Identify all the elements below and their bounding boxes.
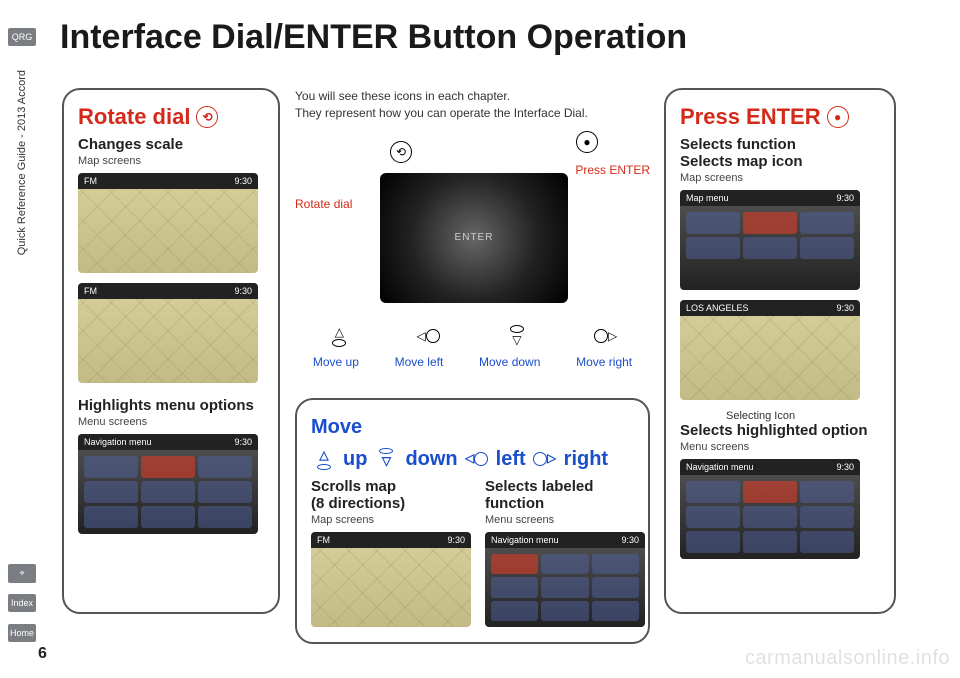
rotate-icon: [390, 141, 412, 163]
move-up-word: up: [343, 446, 367, 472]
move-heading: Move: [311, 414, 634, 440]
status-time: 9:30: [621, 535, 639, 545]
dial-figure: Rotate dial Press ENTER ENTER △ ◁ ▽ ▷ Mo…: [295, 133, 650, 373]
scroll-map-screenshot: FM 9:30: [311, 532, 471, 627]
enter-icon: [827, 106, 849, 128]
press-enter-title: Press ENTER: [680, 104, 821, 130]
tab-home[interactable]: Home: [8, 624, 36, 642]
move-down-word: down: [405, 446, 457, 472]
label-navmenu: Navigation menu: [491, 535, 559, 545]
label-mapmenu: Map menu: [686, 193, 729, 203]
right-icon: ▷: [532, 448, 558, 470]
move-title: Move: [311, 414, 362, 440]
up-icon: △: [311, 448, 337, 470]
label-rotate-dial: Rotate dial: [295, 197, 352, 211]
rotate-cap1: Map screens: [78, 155, 264, 167]
label-move-up: Move up: [313, 355, 359, 369]
move-col2-cap: Menu screens: [485, 514, 645, 526]
press-enter-panel: Press ENTER Selects function Selects map…: [664, 88, 896, 614]
intro-line1: You will see these icons in each chapter…: [295, 88, 650, 105]
move-col1-cap: Map screens: [311, 514, 471, 526]
label-press-enter: Press ENTER: [575, 163, 650, 177]
move-col2-sub2: function: [485, 495, 645, 512]
selecting-icon-label: Selecting Icon: [726, 410, 795, 422]
down-icon: ▽: [373, 448, 399, 470]
enter-cap1: Map screens: [680, 172, 880, 184]
tab-qrg[interactable]: QRG: [8, 28, 36, 46]
status-time: 9:30: [234, 286, 252, 296]
menu-screenshot-2: Navigation menu 9:30: [680, 459, 860, 559]
move-col1-sub2: (8 directions): [311, 495, 471, 512]
label-navmenu: Navigation menu: [686, 462, 754, 472]
rotate-dial-heading: Rotate dial: [78, 104, 264, 130]
move-right-icon: ▷: [593, 325, 619, 347]
intro-text: You will see these icons in each chapter…: [295, 88, 650, 123]
menu-screenshot-1: Navigation menu 9:30: [78, 434, 258, 534]
label-move-left: Move left: [395, 355, 444, 369]
tab-index[interactable]: Index: [8, 594, 36, 612]
dial-enter-text: ENTER: [455, 232, 494, 243]
move-left-icon: ◁: [415, 325, 441, 347]
enter-sub2: Selects highlighted option: [680, 422, 880, 439]
left-icon: ◁: [464, 448, 490, 470]
press-enter-heading: Press ENTER: [680, 104, 880, 130]
watermark: carmanualsonline.info: [745, 647, 950, 670]
rotate-sub1: Changes scale: [78, 136, 264, 153]
tab-nav-icon[interactable]: ⌖: [8, 564, 36, 583]
page-number: 6: [38, 645, 47, 663]
la-map-screenshot: LOS ANGELES 9:30: [680, 300, 860, 400]
dial-photo: ENTER: [380, 173, 568, 303]
status-time: 9:30: [836, 462, 854, 472]
rotate-cap2: Menu screens: [78, 416, 264, 428]
label-move-right: Move right: [576, 355, 632, 369]
label-navmenu: Navigation menu: [84, 437, 152, 447]
status-time: 9:30: [836, 303, 854, 313]
label-move-down: Move down: [479, 355, 540, 369]
status-fm: FM: [317, 535, 330, 545]
map-menu-screenshot: Map menu 9:30: [680, 190, 860, 290]
status-time: 9:30: [234, 176, 252, 186]
move-left-word: left: [496, 446, 526, 472]
move-panel: Move △ up ▽ down ◁ left ▷ right Scrolls …: [295, 398, 650, 644]
rotate-icon: [196, 106, 218, 128]
map-screenshot-1: FM 9:30: [78, 173, 258, 273]
enter-sub1b: Selects map icon: [680, 153, 880, 170]
status-time: 9:30: [447, 535, 465, 545]
label-la: LOS ANGELES: [686, 303, 749, 313]
move-right-word: right: [564, 446, 608, 472]
move-col1-sub: Scrolls map: [311, 478, 471, 495]
rotate-dial-panel: Rotate dial Changes scale Map screens FM…: [62, 88, 280, 614]
status-time: 9:30: [234, 437, 252, 447]
status-time: 9:30: [836, 193, 854, 203]
status-fm: FM: [84, 286, 97, 296]
move-down-icon: ▽: [504, 325, 530, 347]
select-func-screenshot: Navigation menu 9:30: [485, 532, 645, 627]
map-screenshot-2: FM 9:30: [78, 283, 258, 383]
move-col2-sub: Selects labeled: [485, 478, 645, 495]
enter-cap2: Menu screens: [680, 441, 880, 453]
move-up-icon: △: [326, 325, 352, 347]
side-guide-label: Quick Reference Guide - 2013 Accord: [16, 70, 28, 255]
status-fm: FM: [84, 176, 97, 186]
page-title: Interface Dial/ENTER Button Operation: [60, 18, 687, 57]
enter-icon: [576, 131, 598, 153]
rotate-sub2: Highlights menu options: [78, 397, 264, 414]
rotate-dial-title: Rotate dial: [78, 104, 190, 130]
intro-line2: They represent how you can operate the I…: [295, 105, 650, 122]
enter-sub1: Selects function: [680, 136, 880, 153]
